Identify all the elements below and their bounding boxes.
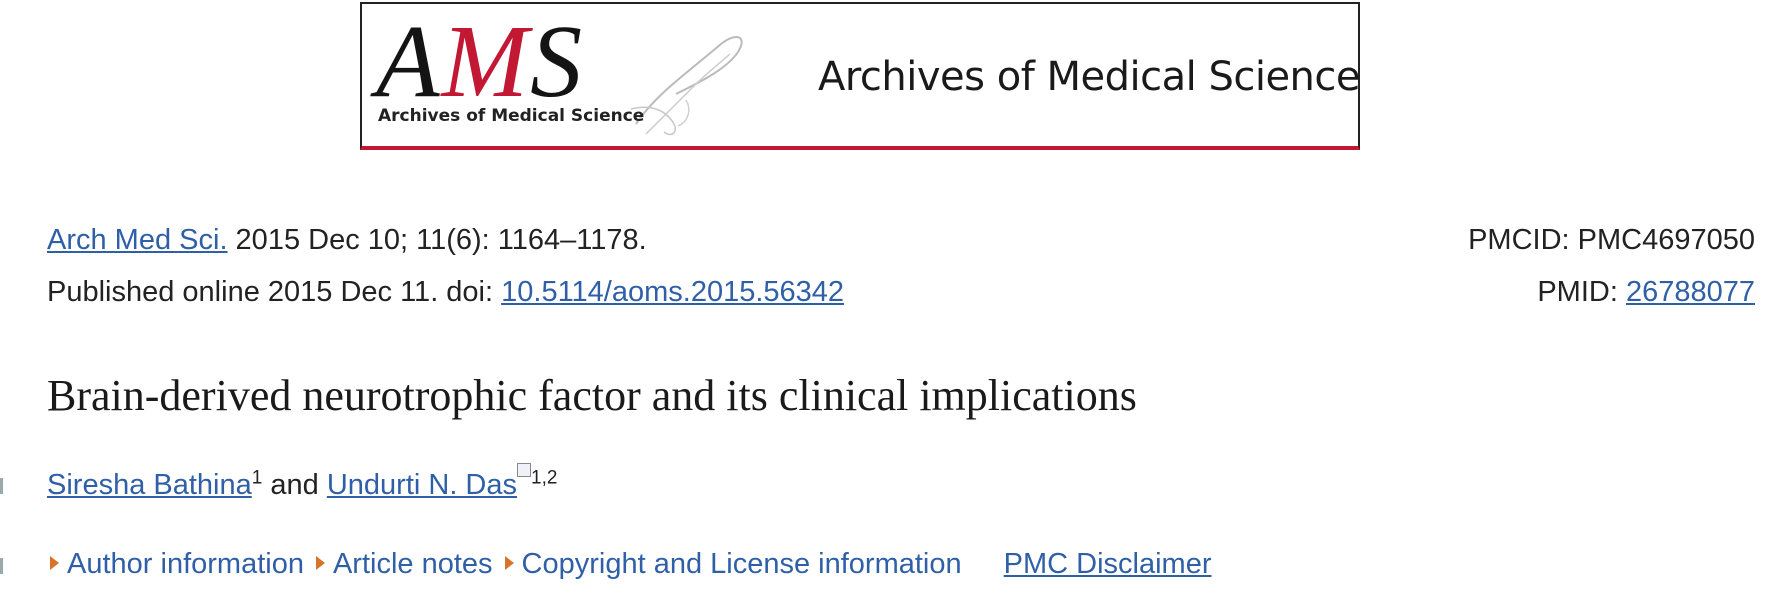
author-link-bathina[interactable]: Siresha Bathina bbox=[47, 469, 252, 501]
published-online-text: Published online 2015 Dec 11. doi: bbox=[47, 276, 502, 308]
article-notes-toggle[interactable]: Article notes bbox=[315, 548, 493, 580]
expand-arrow-icon bbox=[315, 556, 325, 570]
pmid-label: PMID: bbox=[1537, 276, 1626, 308]
logo-letter-s: S bbox=[530, 4, 585, 119]
left-edge-marker bbox=[0, 558, 3, 574]
expand-arrow-icon bbox=[50, 556, 59, 570]
author-affiliation-sup: 1,2 bbox=[531, 467, 558, 489]
left-edge-marker bbox=[0, 478, 3, 494]
expand-arrow-icon bbox=[504, 556, 514, 570]
author-conjunction: and bbox=[262, 469, 327, 501]
corresponding-author-email-icon[interactable] bbox=[517, 463, 531, 478]
logo-letter-a: A bbox=[376, 4, 442, 119]
author-link-das[interactable]: Undurti N. Das bbox=[327, 469, 517, 501]
pmcid: PMCID: PMC4697050 bbox=[1468, 224, 1755, 256]
article-title: Brain-derived neurotrophic factor and it… bbox=[47, 371, 1137, 420]
pmid-line: PMID: 26788077 bbox=[1537, 275, 1755, 309]
author-information-toggle[interactable]: Author information bbox=[50, 548, 304, 580]
author-information-label: Author information bbox=[67, 548, 304, 580]
author-affiliation-sup: 1 bbox=[251, 467, 263, 489]
article-notes-bar: Author information Article notes Copyright… bbox=[50, 547, 1211, 581]
publication-line: Published online 2015 Dec 11. doi: 10.51… bbox=[47, 275, 844, 309]
copyright-license-label: Copyright and License information bbox=[521, 548, 962, 580]
logo-subtitle: Archives of Medical Science bbox=[378, 106, 645, 126]
journal-name: Archives of Medical Science bbox=[818, 54, 1361, 100]
logo-swirl-icon bbox=[630, 36, 743, 136]
pmid-link[interactable]: 26788077 bbox=[1626, 276, 1755, 308]
article-notes-label: Article notes bbox=[332, 548, 493, 580]
citation-date-volume: 2015 Dec 10; 11(6): 1164–1178. bbox=[227, 224, 647, 256]
ams-logo: AMS Archives of Medical Science bbox=[376, 10, 756, 146]
logo-letter-m: M bbox=[441, 4, 531, 119]
pmc-disclaimer-link[interactable]: PMC Disclaimer bbox=[1004, 548, 1212, 580]
journal-banner[interactable]: AMS Archives of Medical Science Archives… bbox=[360, 2, 1361, 150]
copyright-license-toggle[interactable]: Copyright and License information bbox=[504, 548, 962, 580]
citation-line: Arch Med Sci. 2015 Dec 10; 11(6): 1164–1… bbox=[47, 223, 647, 257]
author-list: Siresha Bathina1 and Undurti N. Das 1,2 bbox=[47, 463, 558, 502]
doi-link[interactable]: 10.5114/aoms.2015.56342 bbox=[501, 276, 844, 308]
journal-link[interactable]: Arch Med Sci. bbox=[47, 224, 228, 256]
logo-letters: AMS bbox=[376, 10, 584, 114]
